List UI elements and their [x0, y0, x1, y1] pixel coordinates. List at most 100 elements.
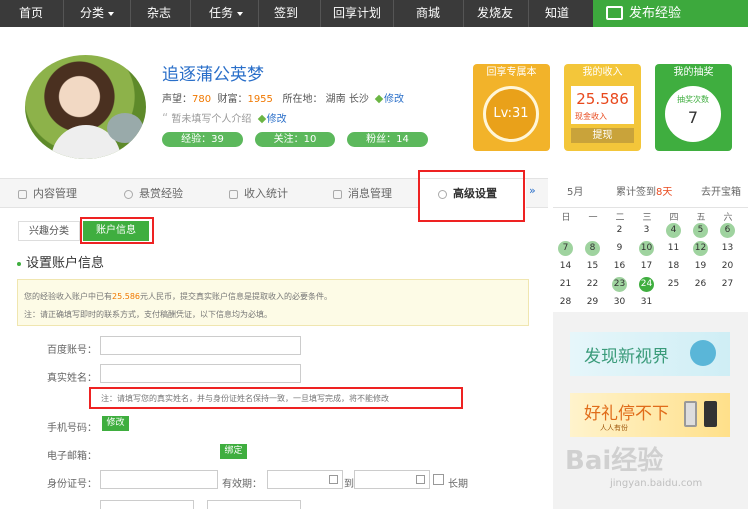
- label-email: 电子邮箱：: [47, 451, 97, 462]
- baidu-account-input[interactable]: [100, 336, 301, 355]
- nav-zhidao[interactable]: 知道: [532, 0, 582, 27]
- draw-count: 7: [687, 108, 699, 127]
- calendar-day[interactable]: 2: [612, 223, 627, 238]
- draw-label: 抽奖次数: [677, 95, 709, 104]
- top-nav: 首页 分类 杂志 任务 签到 回享计划 商城 发烧友 知道 发布经验: [0, 0, 748, 27]
- calendar-day[interactable]: 22: [585, 277, 600, 292]
- calendar-day[interactable]: 13: [720, 241, 735, 256]
- banner-discover[interactable]: 发现新视界: [570, 332, 730, 376]
- weekday-label: 一: [588, 213, 598, 223]
- level-badge: Lv:31: [483, 86, 539, 142]
- calendar-day[interactable]: 12: [693, 241, 708, 256]
- calendar-day[interactable]: 3: [639, 223, 654, 238]
- calendar-day[interactable]: 7: [558, 241, 573, 256]
- edit-location-link[interactable]: 修改: [384, 94, 404, 105]
- extra-input-2[interactable]: [207, 500, 301, 509]
- real-name-note: 注：请填写您的真实姓名，并与身份证姓名保持一致，一旦填写完成，将不能修改: [89, 387, 463, 409]
- follow-pill[interactable]: 关注：10: [255, 132, 335, 147]
- calendar-day[interactable]: 6: [720, 223, 735, 238]
- label-phone: 手机号码：: [47, 423, 97, 434]
- nav-signin[interactable]: 签到: [262, 0, 310, 27]
- label-long-term: 长期: [448, 479, 468, 490]
- highlight-account-info: [80, 217, 154, 244]
- edit-intro-link[interactable]: 修改: [267, 114, 287, 125]
- withdraw-button[interactable]: 提现: [571, 128, 634, 143]
- long-term-checkbox[interactable]: [433, 474, 444, 485]
- label-baidu-account: 百度账号：: [47, 345, 97, 356]
- income-card: 我的收入 25.586 现金收入 提现: [564, 64, 641, 151]
- calendar-day[interactable]: 18: [666, 259, 681, 274]
- calendar-day[interactable]: 14: [558, 259, 573, 274]
- label-real-name: 真实姓名：: [47, 373, 97, 384]
- calendar-day[interactable]: 19: [693, 259, 708, 274]
- label-valid-period: 有效期：: [222, 479, 262, 490]
- avatar[interactable]: [25, 55, 146, 159]
- publish-button[interactable]: 发布经验: [593, 0, 748, 27]
- modify-phone-button[interactable]: 修改: [102, 416, 129, 431]
- draw-card-title: 我的抽奖: [673, 67, 714, 78]
- open-box-link[interactable]: 去开宝箱: [701, 178, 741, 208]
- coin-icon: [124, 189, 133, 199]
- user-stats: 声望：780 财富：1955 所在地： 湖南 长沙 修改: [162, 94, 405, 105]
- calendar-day[interactable]: 11: [666, 241, 681, 256]
- watermark-url: jingyan.baidu.com: [610, 478, 703, 489]
- tab-content-management[interactable]: 内容管理: [18, 179, 77, 209]
- calendar-day[interactable]: 20: [720, 259, 735, 274]
- user-intro: “ 暂未填写个人介绍 修改: [162, 110, 287, 125]
- user-name[interactable]: 追逐蒲公英梦: [162, 60, 264, 85]
- calendar-day[interactable]: 23: [612, 277, 627, 292]
- real-name-input[interactable]: [100, 364, 301, 383]
- calendar-day[interactable]: 24: [639, 277, 654, 292]
- fans-pill[interactable]: 粉丝：14: [347, 132, 428, 147]
- nav-fans[interactable]: 发烧友: [466, 0, 524, 27]
- nav-share-plan[interactable]: 回享计划: [325, 0, 389, 27]
- chevron-down-icon: [108, 11, 114, 16]
- id-number-input[interactable]: [100, 470, 218, 489]
- tab-messages[interactable]: 消息管理: [333, 179, 392, 209]
- play-icon: [690, 340, 716, 366]
- quote-icon: “: [162, 111, 169, 125]
- banner-gifts[interactable]: 好礼停不下 人人有份: [570, 393, 730, 437]
- location-value: 湖南 长沙: [325, 94, 369, 105]
- valid-from-input[interactable]: [267, 470, 343, 489]
- nav-category[interactable]: 分类: [66, 0, 128, 27]
- draw-card[interactable]: 我的抽奖 抽奖次数 7: [655, 64, 732, 151]
- nav-tasks[interactable]: 任务: [195, 0, 257, 27]
- calendar-day[interactable]: 17: [639, 259, 654, 274]
- calendar-day[interactable]: 28: [558, 295, 573, 310]
- calendar-day[interactable]: 10: [639, 241, 654, 256]
- calendar-day[interactable]: 8: [585, 241, 600, 256]
- calendar-day[interactable]: 21: [558, 277, 573, 292]
- calendar-day[interactable]: 31: [639, 295, 654, 310]
- exp-pill[interactable]: 经验：39: [162, 132, 243, 147]
- calendar-day[interactable]: 9: [612, 241, 627, 256]
- vip-card[interactable]: 回享专属本 Lv:31: [473, 64, 550, 151]
- calendar-day[interactable]: 16: [612, 259, 627, 274]
- income-amount: 25.586: [576, 90, 629, 108]
- nav-home[interactable]: 首页: [8, 0, 54, 27]
- more-tabs-button[interactable]: »: [529, 184, 536, 197]
- highlight-advanced-settings: [418, 170, 525, 222]
- weekday-label: 五: [696, 213, 706, 223]
- bind-email-button[interactable]: 绑定: [220, 444, 247, 459]
- chevron-down-icon: [237, 11, 243, 16]
- label-id-number: 身份证号：: [47, 479, 97, 490]
- valid-to-input[interactable]: [354, 470, 430, 489]
- calendar-day[interactable]: 27: [720, 277, 735, 292]
- calendar-day[interactable]: 5: [693, 223, 708, 238]
- calendar-icon: [329, 475, 338, 484]
- extra-input-1[interactable]: [100, 500, 194, 509]
- calendar-day[interactable]: 26: [693, 277, 708, 292]
- calendar-day[interactable]: 25: [666, 277, 681, 292]
- nav-magazine[interactable]: 杂志: [134, 0, 184, 27]
- vip-card-title: 回享专属本: [486, 67, 537, 78]
- tab-reward-exp[interactable]: 悬赏经验: [124, 179, 183, 209]
- nav-mall[interactable]: 商城: [398, 0, 458, 27]
- calendar-day[interactable]: 4: [666, 223, 681, 238]
- subtab-interest-category[interactable]: 兴趣分类: [18, 221, 80, 241]
- calendar-day[interactable]: 15: [585, 259, 600, 274]
- calendar-header: 5月 累计签到8天 去开宝箱: [553, 178, 748, 208]
- calendar-day[interactable]: 30: [612, 295, 627, 310]
- tab-income-stats[interactable]: 收入统计: [229, 179, 288, 209]
- calendar-day[interactable]: 29: [585, 295, 600, 310]
